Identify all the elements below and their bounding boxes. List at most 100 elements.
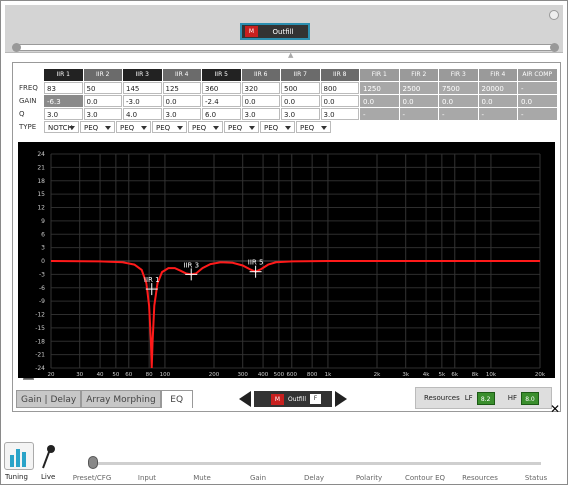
filter-freq-field[interactable]: 83 — [44, 82, 83, 94]
filter-freq-field[interactable]: 50 — [83, 82, 122, 94]
filter-q-field[interactable]: 6.0 — [202, 108, 241, 120]
filter-header[interactable]: IIR 2 — [83, 69, 122, 81]
y-tick-label: 0 — [41, 258, 45, 265]
workflow-step[interactable]: Resources — [462, 474, 498, 482]
filter-gain-field[interactable]: 0.0 — [162, 95, 201, 107]
next-output-icon[interactable] — [335, 391, 347, 407]
filter-header[interactable]: IIR 7 — [281, 69, 320, 81]
tab-eq[interactable]: EQ — [160, 390, 193, 408]
outfill-chip[interactable]: M Outfill — [240, 23, 310, 40]
x-tick-label: 1k — [325, 372, 332, 378]
filter-header[interactable]: IIR 1 — [44, 69, 83, 81]
param-header-row: IIR 1 IIR 2 IIR 3 IIR 4 IIR 5 IIR 6 IIR 7 IIR 8… — [17, 69, 558, 82]
workflow-step[interactable]: Status — [525, 474, 547, 482]
filter-gain-field[interactable]: -2.4 — [202, 95, 241, 107]
filter-type-select[interactable]: PEQ — [188, 121, 223, 133]
filter-header[interactable]: IIR 8 — [320, 69, 359, 81]
filter-type-select[interactable]: PEQ — [296, 121, 331, 133]
y-tick-label: 6 — [41, 231, 45, 238]
filter-gain-field[interactable]: -3.0 — [123, 95, 162, 107]
filter-header[interactable]: AIR COMP — [518, 69, 557, 81]
filter-freq-field[interactable]: 145 — [123, 82, 162, 94]
collapse-caret-icon[interactable]: ▲ — [288, 51, 293, 59]
y-tick-label: -21 — [35, 352, 45, 359]
eq-response-graph[interactable]: 24211815129630-3-6-9-12-15-18-21-2420 30 4… — [18, 142, 555, 378]
nav-mute-indicator[interactable]: M — [271, 393, 284, 405]
filter-header[interactable]: IIR 3 — [123, 69, 162, 81]
filter-type-select[interactable]: NOTCH — [44, 121, 79, 133]
close-icon[interactable]: ✕ — [550, 402, 560, 416]
previous-output-icon[interactable] — [239, 391, 251, 407]
filter-freq-field[interactable]: 500 — [281, 82, 320, 94]
filter-q-field[interactable]: 3.0 — [241, 108, 280, 120]
panel-tabs: Gain | Delay Array Morphing EQ — [16, 390, 193, 408]
hf-value: 8.0 — [520, 391, 539, 405]
filter-header[interactable]: FIR 4 — [478, 69, 517, 81]
workflow-step[interactable]: Contour EQ — [405, 474, 445, 482]
filter-header[interactable]: IIR 4 — [162, 69, 201, 81]
filter-header[interactable]: IIR 6 — [241, 69, 280, 81]
resources-label: Resources — [424, 394, 460, 402]
lf-value: 8.2 — [476, 391, 495, 405]
filter-q-field[interactable]: 3.0 — [320, 108, 359, 120]
filter-marker-label: IIR 3 — [183, 261, 199, 269]
y-tick-label: 12 — [37, 205, 45, 212]
nav-flag-indicator[interactable]: F — [310, 394, 321, 404]
hf-label: HF — [507, 394, 517, 402]
filter-gain-field: 0.0 — [518, 95, 557, 107]
y-tick-label: -24 — [35, 365, 45, 372]
tab-gain-delay[interactable]: Gain | Delay — [16, 390, 82, 408]
workflow-step[interactable]: Input — [138, 474, 156, 482]
filter-q-field[interactable]: 3.0 — [281, 108, 320, 120]
filter-header[interactable]: FIR 3 — [439, 69, 478, 81]
filter-type-select[interactable]: PEQ — [260, 121, 295, 133]
x-tick-label: 2k — [374, 372, 381, 378]
x-tick-label: 6k — [451, 372, 458, 378]
y-tick-label: -3 — [39, 271, 45, 278]
filter-freq-field[interactable]: 800 — [320, 82, 359, 94]
filter-type-select[interactable]: PEQ — [152, 121, 187, 133]
scroll-left-handle[interactable] — [12, 43, 21, 52]
filter-q-field[interactable]: 3.0 — [83, 108, 122, 120]
workflow-step[interactable]: Mute — [193, 474, 211, 482]
filter-type-select[interactable]: PEQ — [80, 121, 115, 133]
x-tick-label: 3k — [402, 372, 409, 378]
filter-freq-field[interactable]: 125 — [162, 82, 201, 94]
filter-type-select[interactable]: PEQ — [224, 121, 259, 133]
filter-gain-field[interactable]: 0.0 — [83, 95, 122, 107]
tab-array-morphing[interactable]: Array Morphing — [81, 390, 161, 408]
filter-type-select[interactable]: PEQ — [116, 121, 151, 133]
workflow-step[interactable]: Gain — [250, 474, 266, 482]
mute-indicator[interactable]: M — [245, 26, 258, 37]
filter-gain-field[interactable]: -6.3 — [44, 95, 83, 107]
filter-freq-field[interactable]: 360 — [202, 82, 241, 94]
output-scrollbar[interactable] — [12, 43, 559, 52]
row-label: FREQ — [19, 84, 38, 92]
workflow-step[interactable]: Polarity — [356, 474, 382, 482]
filter-q-field[interactable]: 3.0 — [44, 108, 83, 120]
row-label: Q — [19, 110, 25, 118]
microphone-icon[interactable] — [39, 443, 57, 471]
filter-header[interactable]: FIR 1 — [360, 69, 399, 81]
filter-q-field[interactable]: 4.0 — [123, 108, 162, 120]
filter-freq-field[interactable]: 320 — [241, 82, 280, 94]
filter-gain-field[interactable]: 0.0 — [241, 95, 280, 107]
filter-gain-field: 0.0 — [399, 95, 438, 107]
filter-freq-field: 7500 — [439, 82, 478, 94]
scroll-right-handle[interactable] — [550, 43, 559, 52]
filter-q-field: - — [478, 108, 517, 120]
filter-gain-field[interactable]: 0.0 — [281, 95, 320, 107]
filter-gain-field[interactable]: 0.0 — [320, 95, 359, 107]
current-output: M Outfill F — [254, 391, 332, 407]
x-tick-label: 600 — [287, 372, 298, 378]
tuning-mode-button[interactable] — [4, 442, 34, 470]
close-circle-icon[interactable] — [549, 10, 559, 20]
filter-q-field[interactable]: 3.0 — [162, 108, 201, 120]
filter-header[interactable]: FIR 2 — [399, 69, 438, 81]
x-tick-label: 20k — [535, 372, 546, 378]
filter-header[interactable]: IIR 5 — [202, 69, 241, 81]
workflow-slider-handle[interactable] — [88, 456, 98, 469]
workflow-step[interactable]: Preset/CFG — [73, 474, 112, 482]
y-tick-label: 24 — [37, 151, 45, 158]
workflow-step[interactable]: Delay — [304, 474, 324, 482]
